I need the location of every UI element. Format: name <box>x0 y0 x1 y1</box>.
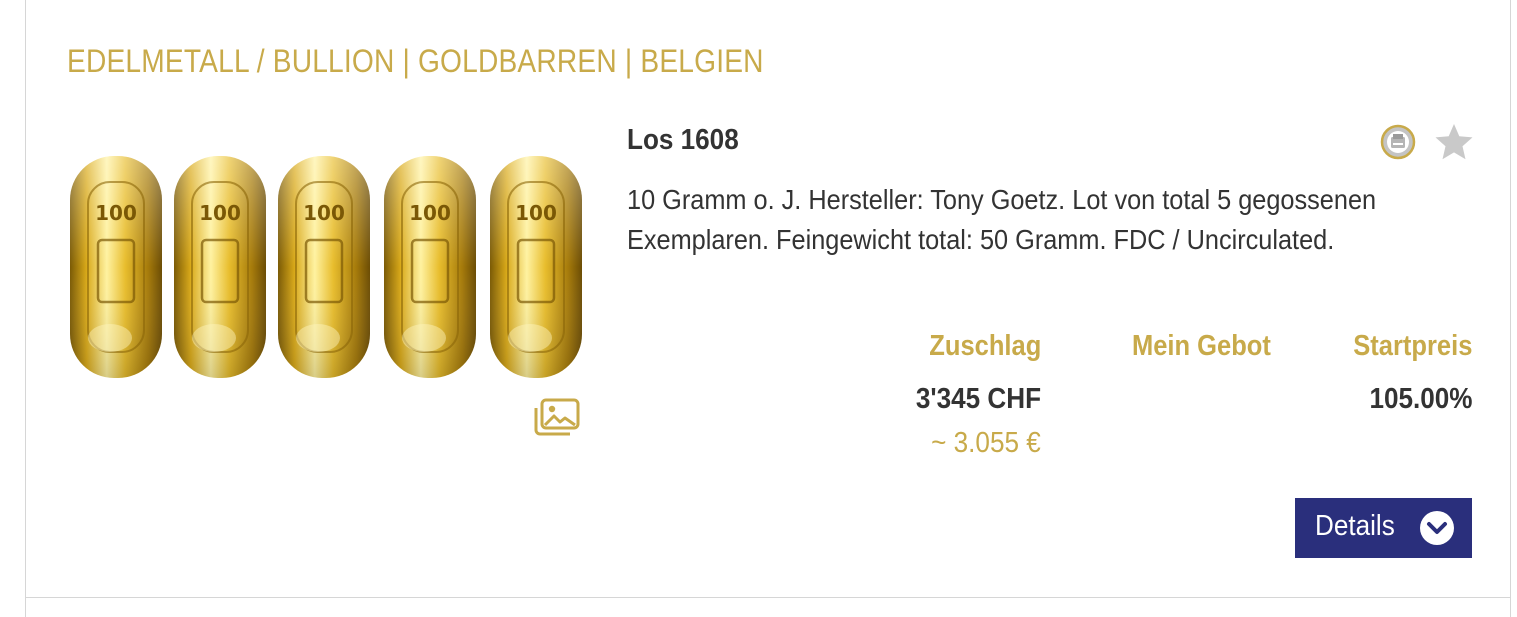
star-icon[interactable] <box>1433 122 1475 162</box>
bar-stamp: 100 <box>515 201 557 225</box>
start-price-value: 105.00% <box>1368 383 1472 415</box>
breadcrumb[interactable]: EDELMETALL / BULLION | GOLDBARREN | BELG… <box>67 43 764 80</box>
gold-bar: 100 <box>70 156 162 378</box>
image-gallery-icon[interactable] <box>530 396 582 442</box>
hammer-price-eur: ~ 3.055 € <box>931 427 1041 459</box>
bar-stamp: 100 <box>409 201 451 225</box>
lot-photo[interactable]: 100 100 100 100 100 <box>66 148 586 384</box>
details-button-label: Details <box>1315 510 1395 542</box>
my-bid-label: Mein Gebot <box>1132 330 1271 362</box>
lot-title[interactable]: Los 1608 <box>627 124 739 157</box>
bar-stamp: 100 <box>303 201 345 225</box>
bar-stamp: 100 <box>95 201 137 225</box>
details-button[interactable]: Details <box>1295 498 1472 558</box>
gold-bar: 100 <box>174 156 266 378</box>
start-price-label: Startpreis <box>1352 330 1472 362</box>
document-circle-icon[interactable] <box>1380 124 1416 160</box>
next-card-edge <box>25 598 1511 617</box>
bar-stamp: 100 <box>199 201 241 225</box>
hammer-price-label: Zuschlag <box>928 330 1041 362</box>
chevron-down-icon <box>1420 511 1454 545</box>
gold-bar: 100 <box>490 156 582 378</box>
lot-description: 10 Gramm o. J. Hersteller: Tony Goetz. L… <box>627 184 1377 255</box>
gold-bar: 100 <box>384 156 476 378</box>
hammer-price-value: 3'345 CHF <box>915 383 1041 415</box>
gold-bar: 100 <box>278 156 370 378</box>
